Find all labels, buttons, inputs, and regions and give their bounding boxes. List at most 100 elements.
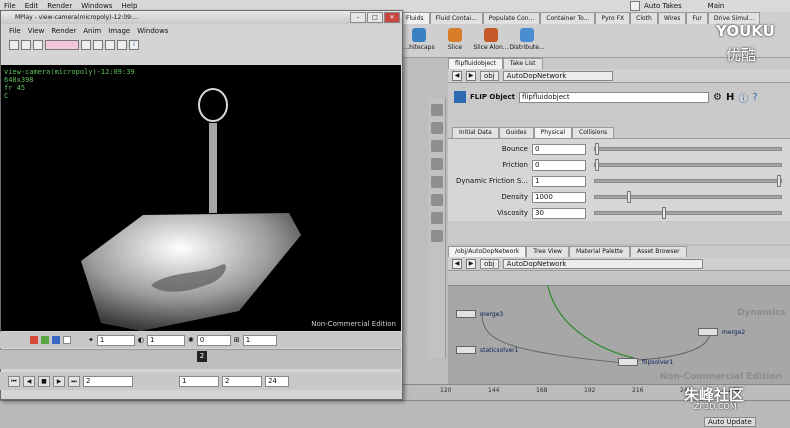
viscosity-slider[interactable] — [594, 207, 782, 219]
tab-asset-browser[interactable]: Asset Browser — [630, 246, 687, 257]
stop-button[interactable]: ■ — [38, 375, 50, 387]
range-start-field[interactable]: 1 — [179, 375, 219, 387]
brightness-field[interactable]: 0 — [196, 334, 231, 346]
tool-slice[interactable]: Slice — [440, 28, 470, 51]
exposure-field[interactable]: 1 — [242, 334, 277, 346]
mplay-menu-windows[interactable]: Windows — [137, 27, 168, 35]
contrast-field[interactable]: 1 — [146, 334, 185, 346]
channel-selector[interactable] — [45, 40, 79, 50]
net-path-network[interactable]: AutoDopNetwork — [502, 258, 703, 269]
menu-help[interactable]: Help — [121, 2, 137, 10]
net-path-obj[interactable]: obj — [480, 258, 499, 269]
viscosity-field[interactable]: 30 — [532, 207, 586, 219]
scale-tool-icon[interactable] — [431, 158, 443, 170]
menu-windows[interactable]: Windows — [81, 2, 112, 10]
info-icon[interactable]: i — [129, 40, 139, 50]
node-merge2[interactable]: merge2 — [698, 328, 745, 336]
red-channel-swatch[interactable] — [30, 336, 38, 344]
tab-physical[interactable]: Physical — [533, 127, 573, 138]
help-icon[interactable]: ? — [752, 92, 757, 103]
shelf-tab-cloth[interactable]: Cloth — [630, 12, 658, 24]
auto-update-button[interactable]: Auto Update — [704, 417, 756, 427]
step-back-button[interactable]: ◀ — [23, 375, 35, 387]
zoom-in-icon[interactable] — [93, 40, 103, 50]
move-tool-icon[interactable] — [431, 122, 443, 134]
display-icon[interactable] — [33, 40, 43, 50]
snap-tool-icon[interactable] — [431, 230, 443, 242]
jump-start-button[interactable]: ⏮ — [8, 375, 20, 387]
mplay-titlebar[interactable]: MPlay - view-camera(micropoly)-12:09:...… — [1, 11, 402, 24]
pose-tool-icon[interactable] — [431, 194, 443, 206]
density-field[interactable]: 1000 — [532, 191, 586, 203]
current-frame-field[interactable]: 2 — [83, 375, 133, 387]
minimize-button[interactable]: – — [350, 12, 366, 23]
shelf-tab-pyro[interactable]: Pyro FX — [595, 12, 631, 24]
blue-channel-swatch[interactable] — [52, 336, 60, 344]
node-staticsolver1[interactable]: staticsolver1 — [456, 346, 518, 354]
menu-file[interactable]: File — [4, 2, 16, 10]
friction-slider[interactable] — [594, 159, 782, 171]
shelf-tab-populate[interactable]: Populate Con... — [482, 12, 541, 24]
mplay-menu-render[interactable]: Render — [51, 27, 76, 35]
node-merge3[interactable]: merge3 — [456, 310, 503, 318]
tab-material-palette[interactable]: Material Palette — [568, 246, 630, 257]
mplay-menu-view[interactable]: View — [28, 27, 45, 35]
shelf-tab-container-tools[interactable]: Container To... — [540, 12, 596, 24]
node-flipsolver1[interactable]: flipsolver1 — [618, 358, 673, 366]
handle-tool-icon[interactable] — [431, 176, 443, 188]
rotate-tool-icon[interactable] — [431, 140, 443, 152]
friction-field[interactable]: 0 — [532, 159, 586, 171]
tab-guides[interactable]: Guides — [498, 127, 534, 138]
help-h-icon[interactable]: H — [726, 92, 734, 103]
frame-marker[interactable]: 2 — [197, 351, 207, 362]
render-viewport[interactable]: view-camera(micropoly)-12:09:39 640x398 … — [1, 65, 401, 331]
net-back-icon[interactable]: ◀ — [452, 258, 462, 269]
node-name-field[interactable]: flipfluidobject — [519, 91, 710, 103]
tool-slice-along[interactable]: Slice Alon... — [474, 28, 509, 51]
dynamic-friction-slider[interactable] — [594, 175, 782, 187]
maximize-button[interactable]: □ — [367, 12, 383, 23]
mplay-menu-image[interactable]: Image — [108, 27, 130, 35]
shelf-tab-fluids[interactable]: Fluids — [400, 12, 430, 24]
mplay-timeline[interactable]: 2 — [0, 349, 401, 369]
play-button[interactable]: ▶ — [53, 375, 65, 387]
auto-takes-checkbox[interactable] — [630, 1, 640, 11]
select-tool-icon[interactable] — [431, 104, 443, 116]
zoom-out-icon[interactable] — [105, 40, 115, 50]
mplay-menu-anim[interactable]: Anim — [83, 27, 101, 35]
pin-icon[interactable] — [9, 40, 19, 50]
shelf-tab-fur[interactable]: Fur — [686, 12, 708, 24]
alpha-channel-swatch[interactable] — [63, 336, 71, 344]
shelf-tab-fluid-containers[interactable]: Fluid Contai... — [429, 12, 483, 24]
range-current-field[interactable]: 2 — [222, 375, 262, 387]
layout-icon[interactable] — [21, 40, 31, 50]
back-arrow-icon[interactable]: ◀ — [452, 70, 462, 81]
tab-tree-view[interactable]: Tree View — [526, 246, 569, 257]
menu-edit[interactable]: Edit — [25, 2, 39, 10]
forward-arrow-icon[interactable]: ▶ — [466, 70, 476, 81]
gamma-field[interactable]: 1 — [96, 334, 135, 346]
menu-render[interactable]: Render — [47, 2, 72, 10]
tab-flipfluidobject[interactable]: flipfluidobject — [448, 58, 503, 69]
network-editor[interactable]: merge3 merge2 staticsolver1 flipsolver1 … — [448, 272, 790, 400]
shelf-tab-wires[interactable]: Wires — [657, 12, 687, 24]
bounce-slider[interactable] — [594, 143, 782, 155]
fit-icon[interactable] — [117, 40, 127, 50]
jump-end-button[interactable]: ⏭ — [68, 375, 80, 387]
green-channel-swatch[interactable] — [41, 336, 49, 344]
tab-autodopnetwork[interactable]: /obj/AutoDopNetwork — [448, 246, 527, 257]
tab-collisions[interactable]: Collisions — [572, 127, 615, 138]
mplay-menu-file[interactable]: File — [9, 27, 21, 35]
tool-whitecaps[interactable]: ...hitecaps — [403, 28, 435, 51]
close-button[interactable]: ✕ — [384, 12, 400, 23]
tab-initial-data[interactable]: Initial Data — [452, 127, 499, 138]
path-obj[interactable]: obj — [480, 70, 499, 81]
gear-icon[interactable]: ⚙ — [713, 92, 722, 103]
bounce-field[interactable]: 0 — [532, 143, 586, 155]
view-tool-icon[interactable] — [431, 212, 443, 224]
tool-distribute[interactable]: Distribute... — [509, 28, 545, 51]
dynamic-friction-field[interactable]: 1 — [532, 175, 586, 187]
path-network[interactable]: AutoDopNetwork — [502, 70, 613, 81]
range-end-field[interactable]: 24 — [265, 375, 289, 387]
tab-take-list[interactable]: Take List — [502, 58, 543, 69]
